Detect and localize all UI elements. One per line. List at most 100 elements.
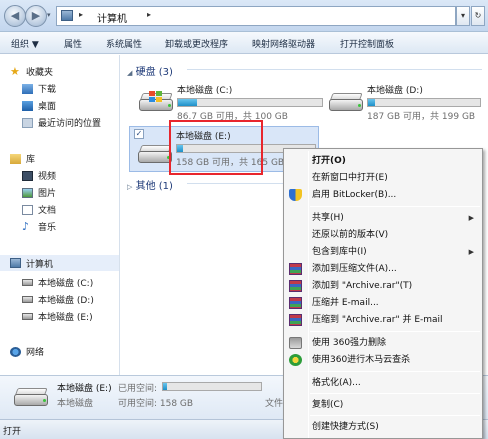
sidebar-item-computer[interactable]: 计算机 xyxy=(0,255,119,271)
menu-icon-gutter xyxy=(308,151,309,438)
recent-places-icon xyxy=(22,117,33,128)
sidebar-item-pictures[interactable]: 图片 xyxy=(22,186,56,199)
breadcrumb-separator[interactable]: ▸ xyxy=(79,10,83,19)
collapse-arrow-icon: ◢ xyxy=(127,69,133,77)
sidebar-item-favorites[interactable]: ★ 收藏夹 xyxy=(10,65,53,79)
sidebar-item-downloads[interactable]: 下载 xyxy=(22,82,56,95)
usage-bar-fill xyxy=(368,99,375,106)
details-drive-name: 本地磁盘 (E:) xyxy=(57,384,112,394)
downloads-folder-icon xyxy=(22,83,33,94)
sidebar-item-libraries[interactable]: 库 xyxy=(10,152,35,165)
recent-pages-dropdown[interactable]: ▾ xyxy=(47,11,55,21)
menu-item-restore-versions[interactable]: 还原以前的版本(V) xyxy=(310,227,480,243)
refresh-button[interactable]: ↻ xyxy=(471,6,485,26)
address-field[interactable]: ▸ 计算机 ▸ xyxy=(56,6,456,26)
other-group-header[interactable]: ▷ 其他 (1) xyxy=(127,177,173,192)
menu-item-open[interactable]: 打开(O) xyxy=(310,153,480,169)
back-button[interactable]: ◀ xyxy=(4,5,26,27)
menu-item-format[interactable]: 格式化(A)... xyxy=(310,375,480,391)
menu-item-include-library[interactable]: 包含到库中(I) ▶ xyxy=(310,244,480,260)
menu-separator xyxy=(310,331,480,332)
desktop-icon xyxy=(22,100,33,111)
uninstall-program-button[interactable]: 卸载或更改程序 xyxy=(165,37,228,50)
hard-drive-icon xyxy=(329,91,365,113)
windows-drive-icon xyxy=(139,91,175,113)
menu-item-360-trojan-scan[interactable]: 使用360进行木马云查杀 xyxy=(310,352,480,368)
video-library-icon xyxy=(22,170,33,181)
shield-icon xyxy=(289,189,302,201)
music-note-icon: ♪ xyxy=(22,219,30,233)
usage-bar xyxy=(367,98,481,107)
menu-item-copy[interactable]: 复制(C) xyxy=(310,397,480,413)
selection-checkbox[interactable]: ✓ xyxy=(134,129,144,139)
sidebar-item-network[interactable]: 网络 xyxy=(10,345,44,358)
sidebar-item-documents[interactable]: 文档 xyxy=(22,203,56,216)
details-used-label: 已用空间: xyxy=(118,384,158,394)
group-label: 其他 (1) xyxy=(135,181,173,192)
breadcrumb-separator-end[interactable]: ▸ xyxy=(147,10,151,19)
group-label: 硬盘 (3) xyxy=(135,67,173,78)
sidebar-item-drive-d[interactable]: 本地磁盘 (D:) xyxy=(22,293,94,306)
sidebar-label: 图片 xyxy=(38,189,57,199)
hard-drive-icon xyxy=(22,296,33,303)
drive-tile-d[interactable]: 本地磁盘 (D:) 187 GB 可用，共 199 GB xyxy=(321,81,483,127)
open-control-panel-button[interactable]: 打开控制面板 xyxy=(340,37,394,50)
back-arrow-icon: ◀ xyxy=(10,9,20,22)
sidebar-label: 桌面 xyxy=(38,102,57,112)
eraser-icon xyxy=(289,337,302,349)
details-file-label: 文件 xyxy=(265,399,284,409)
computer-icon xyxy=(10,258,21,268)
hard-disks-group-header[interactable]: ◢ 硬盘 (3) xyxy=(127,63,173,78)
menu-item-create-shortcut[interactable]: 创建快捷方式(S) xyxy=(310,419,480,435)
details-usage-fill xyxy=(163,383,168,390)
highlight-box xyxy=(169,120,263,175)
address-dropdown-button[interactable]: ▾ xyxy=(456,6,470,26)
library-icon xyxy=(10,153,21,164)
sidebar-label: 本地磁盘 (D:) xyxy=(38,296,94,306)
drive-name: 本地磁盘 (C:) xyxy=(177,86,233,96)
sidebar-item-videos[interactable]: 视频 xyxy=(22,169,56,182)
winrar-icon xyxy=(289,297,302,309)
windows-logo-icon xyxy=(149,91,163,103)
360-trojan-scan-icon xyxy=(289,354,302,366)
menu-item-360-force-delete[interactable]: 使用 360强力删除 xyxy=(310,335,480,351)
menu-item-bitlocker[interactable]: 启用 BitLocker(B)... xyxy=(310,187,480,203)
submenu-arrow-icon: ▶ xyxy=(468,248,474,256)
document-library-icon xyxy=(22,204,33,215)
drive-name: 本地磁盘 (D:) xyxy=(367,86,423,96)
sidebar-label: 库 xyxy=(26,155,36,165)
breadcrumb-computer[interactable]: 计算机 xyxy=(97,10,127,25)
hard-drive-icon xyxy=(22,313,33,320)
menu-separator xyxy=(310,371,480,372)
sidebar-item-drive-c[interactable]: 本地磁盘 (C:) xyxy=(22,276,93,289)
group-divider xyxy=(187,69,482,70)
menu-item-add-archive[interactable]: 添加到压缩文件(A)... xyxy=(310,261,480,277)
submenu-arrow-icon: ▶ xyxy=(468,214,474,222)
sidebar-item-drive-e[interactable]: 本地磁盘 (E:) xyxy=(22,310,93,323)
map-network-drive-button[interactable]: 映射网络驱动器 xyxy=(252,37,315,50)
hard-drive-icon xyxy=(22,279,33,286)
forward-button[interactable]: ▶ xyxy=(25,5,47,27)
menu-item-label: 共享(H) xyxy=(312,213,344,223)
organize-button[interactable]: 组织 ▼ xyxy=(11,37,39,50)
sidebar-label: 视频 xyxy=(38,172,57,182)
system-properties-button[interactable]: 系统属性 xyxy=(106,37,142,50)
menu-item-add-archive-rar[interactable]: 添加到 "Archive.rar"(T) xyxy=(310,278,480,294)
sidebar-item-desktop[interactable]: 桌面 xyxy=(22,99,56,112)
details-drive-type: 本地磁盘 xyxy=(57,399,94,409)
menu-item-share[interactable]: 共享(H) ▶ xyxy=(310,210,480,226)
menu-item-open-new-window[interactable]: 在新窗口中打开(E) xyxy=(310,170,480,186)
menu-separator xyxy=(310,206,480,207)
menu-item-compress-email[interactable]: 压缩并 E-mail... xyxy=(310,295,480,311)
sidebar-item-recent[interactable]: 最近访问的位置 xyxy=(22,116,101,129)
properties-button[interactable]: 属性 xyxy=(64,37,82,50)
sidebar-label: 本地磁盘 (C:) xyxy=(38,279,94,289)
navigation-pane: ★ 收藏夹 下载 桌面 最近访问的位置 库 视频 图片 文档 ♪ 音乐 计算机 … xyxy=(0,55,120,375)
sidebar-label: 网络 xyxy=(26,348,45,358)
menu-item-compress-rar-email[interactable]: 压缩到 "Archive.rar" 并 E-mail xyxy=(310,312,480,328)
sidebar-item-music[interactable]: ♪ 音乐 xyxy=(22,219,56,234)
computer-icon xyxy=(61,10,73,21)
winrar-icon xyxy=(289,314,302,326)
expand-arrow-icon: ▷ xyxy=(127,183,133,191)
menu-separator xyxy=(310,393,480,394)
